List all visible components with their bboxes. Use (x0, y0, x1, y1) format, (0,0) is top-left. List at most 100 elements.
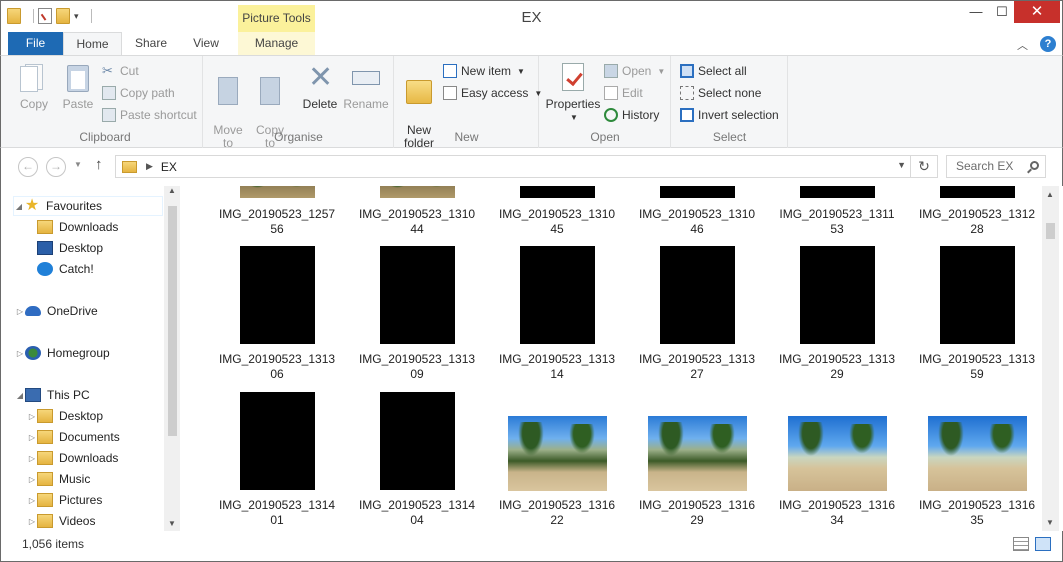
nav-this-pc[interactable]: ◢ This PC (15, 385, 90, 405)
forward-button[interactable]: → (46, 157, 66, 177)
tab-share[interactable]: Share (126, 32, 176, 55)
file-name[interactable]: IMG_20190523_1316 35 (897, 498, 1042, 528)
expand-arrow-icon[interactable]: ▷ (27, 496, 37, 505)
thumbnail-image[interactable] (520, 186, 595, 198)
expand-arrow-icon[interactable]: ▷ (27, 475, 37, 484)
nav-pc-documents[interactable]: ▷ Documents (27, 427, 120, 447)
thumbnail-image[interactable] (928, 416, 1027, 491)
thumbnail-image[interactable] (940, 246, 1015, 344)
nav-favourites-desktop[interactable]: Desktop (37, 238, 103, 258)
properties-button[interactable]: Properties ▼ (544, 62, 602, 124)
refresh-button[interactable]: ↻ (911, 155, 938, 178)
file-name[interactable]: IMG_20190523_1313 29 (757, 352, 917, 382)
rename-button[interactable]: Rename (342, 62, 390, 111)
search-input[interactable]: Search EX (946, 155, 1046, 178)
nav-pc-desktop[interactable]: ▷ Desktop (27, 406, 103, 426)
expand-arrow-icon[interactable]: ▷ (15, 349, 25, 358)
file-name[interactable]: IMG_20190523_1311 53 (757, 207, 917, 237)
chevron-down-icon[interactable]: ▼ (897, 160, 906, 170)
nav-onedrive[interactable]: ▷ OneDrive (15, 301, 98, 321)
scroll-down-icon[interactable]: ▼ (168, 519, 176, 528)
file-name[interactable]: IMG_20190523_1314 04 (337, 498, 497, 528)
file-name[interactable]: IMG_20190523_1313 27 (617, 352, 777, 382)
tab-view[interactable]: View (181, 32, 231, 55)
file-name[interactable]: IMG_20190523_1310 45 (477, 207, 637, 237)
thumbnail-image[interactable] (800, 246, 875, 344)
expand-arrow-icon[interactable]: ▷ (27, 517, 37, 526)
help-icon[interactable]: ? (1040, 36, 1056, 52)
collapse-arrow-icon[interactable]: ◢ (14, 202, 24, 211)
content-scrollbar[interactable]: ▲ ▼ (1042, 186, 1059, 531)
thumbnail-image[interactable] (380, 392, 455, 490)
chevron-right-icon[interactable]: ▶ (146, 161, 153, 172)
thumbnail-image[interactable] (520, 246, 595, 344)
copy-path-button[interactable]: Copy path (102, 83, 175, 103)
history-button[interactable]: History (604, 105, 659, 125)
file-name[interactable]: IMG_20190523_1312 28 (897, 207, 1042, 237)
tab-manage[interactable]: Manage (238, 32, 315, 55)
new-item-button[interactable]: New item ▼ (443, 61, 525, 81)
collapse-arrow-icon[interactable]: ◢ (15, 391, 25, 400)
file-name[interactable]: IMG_20190523_1313 06 (197, 352, 357, 382)
tab-file[interactable]: File (8, 32, 63, 55)
nav-favourites[interactable]: ◢ ★ Favourites (13, 196, 163, 216)
new-folder-icon[interactable] (56, 8, 70, 24)
select-none-button[interactable]: Select none (680, 83, 761, 103)
scroll-thumb[interactable] (168, 206, 177, 436)
thumbnail-image[interactable] (508, 416, 607, 491)
nav-favourites-downloads[interactable]: Downloads (37, 217, 118, 237)
paste-shortcut-button[interactable]: Paste shortcut (102, 105, 197, 125)
expand-arrow-icon[interactable]: ▷ (27, 433, 37, 442)
scroll-up-icon[interactable]: ▲ (1046, 190, 1054, 199)
file-name[interactable]: IMG_20190523_1316 29 (617, 498, 777, 528)
select-all-button[interactable]: Select all (680, 61, 747, 81)
thumbnail-image[interactable] (380, 186, 455, 198)
nav-pc-music[interactable]: ▷ Music (27, 469, 90, 489)
address-bar[interactable]: ▶ EX ▼ (115, 155, 911, 178)
expand-arrow-icon[interactable]: ▷ (15, 307, 25, 316)
back-button[interactable]: ← (18, 157, 38, 177)
large-icons-view-icon[interactable] (1035, 537, 1051, 551)
nav-pc-videos[interactable]: ▷ Videos (27, 511, 95, 531)
open-button[interactable]: Open ▼ (604, 61, 665, 81)
close-button[interactable]: ✕ (1014, 1, 1060, 23)
paste-button[interactable]: Paste (58, 62, 98, 111)
nav-homegroup[interactable]: ▷ Homegroup (15, 343, 110, 363)
thumbnail-image[interactable] (380, 246, 455, 344)
properties-icon[interactable] (38, 8, 52, 24)
thumbnail-image[interactable] (240, 186, 315, 198)
file-name[interactable]: IMG_20190523_1314 01 (197, 498, 357, 528)
delete-button[interactable]: ✕ Delete (298, 62, 342, 111)
file-name[interactable]: IMG_20190523_1313 09 (337, 352, 497, 382)
tab-home[interactable]: Home (63, 32, 122, 56)
recent-locations-icon[interactable]: ▼ (74, 160, 82, 169)
expand-arrow-icon[interactable]: ▷ (27, 454, 37, 463)
scroll-down-icon[interactable]: ▼ (1046, 518, 1054, 527)
file-name[interactable]: IMG_20190523_1257 56 (197, 207, 357, 237)
file-name[interactable]: IMG_20190523_1310 46 (617, 207, 777, 237)
nav-pc-downloads[interactable]: ▷ Downloads (27, 448, 118, 468)
invert-selection-button[interactable]: Invert selection (680, 105, 779, 125)
easy-access-button[interactable]: Easy access ▼ (443, 83, 542, 103)
edit-button[interactable]: Edit (604, 83, 643, 103)
thumbnail-image[interactable] (240, 246, 315, 344)
thumbnail-image[interactable] (788, 416, 887, 491)
nav-scrollbar[interactable]: ▲ ▼ (164, 186, 180, 531)
thumbnail-image[interactable] (648, 416, 747, 491)
details-view-icon[interactable] (1013, 537, 1029, 551)
file-name[interactable]: IMG_20190523_1313 59 (897, 352, 1042, 382)
maximize-button[interactable]: ☐ (987, 1, 1017, 23)
thumbnail-image[interactable] (660, 246, 735, 344)
copy-button[interactable]: Copy (14, 62, 54, 111)
breadcrumb[interactable]: EX (161, 160, 177, 174)
thumbnail-image[interactable] (940, 186, 1015, 198)
up-button[interactable]: ↑ (95, 156, 103, 173)
file-name[interactable]: IMG_20190523_1313 14 (477, 352, 637, 382)
thumbnail-image[interactable] (240, 392, 315, 490)
scroll-up-icon[interactable]: ▲ (168, 186, 176, 195)
file-name[interactable]: IMG_20190523_1310 44 (337, 207, 497, 237)
thumbnail-image[interactable] (660, 186, 735, 198)
search-icon[interactable] (1030, 161, 1039, 170)
thumbnail-image[interactable] (800, 186, 875, 198)
cut-button[interactable]: ✂ Cut (102, 61, 139, 81)
